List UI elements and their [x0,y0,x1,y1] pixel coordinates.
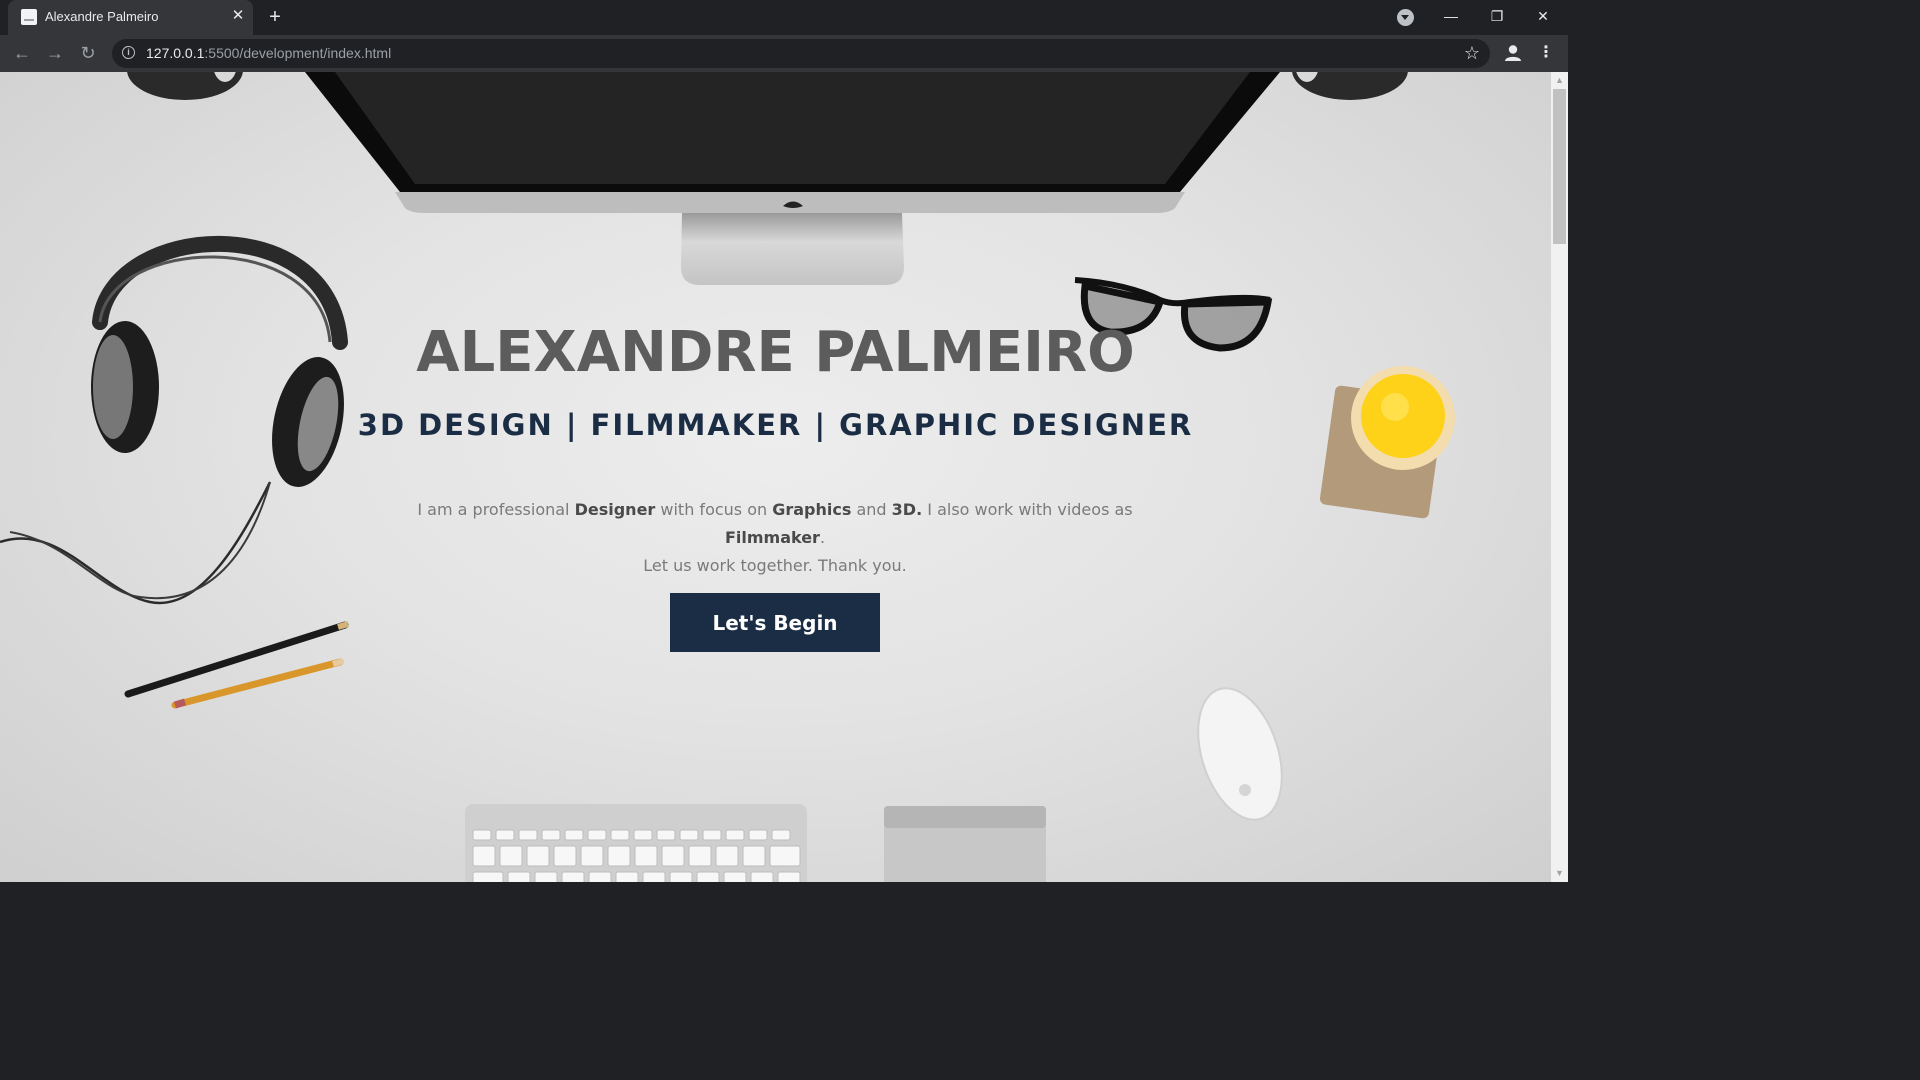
forward-icon[interactable]: → [43,41,67,65]
bookmark-star-icon[interactable]: ☆ [1464,43,1480,63]
url-host: 127.0.0.1 [146,45,205,61]
profile-icon[interactable] [1502,42,1524,64]
intro-paragraph: I am a professional Designer with focus … [375,496,1175,580]
intro-text: I am a professional [417,500,575,519]
site-info-icon[interactable]: i [122,46,135,59]
page-subtitle: 3D DESIGN | FILMMAKER | GRAPHIC DESIGNER [357,408,1194,442]
page-viewport: ALEXANDRE PALMEIRO 3D DESIGN | FILMMAKER… [0,72,1551,882]
tab-search-icon[interactable] [1397,9,1414,26]
lets-begin-button[interactable]: Let's Begin [670,593,880,652]
browser-tab[interactable]: Alexandre Palmeiro ✕ [8,0,253,35]
browser-toolbar: ← → ↻ i 127.0.0.1:5500/development/index… [0,35,1568,72]
intro-designer: Designer [574,500,656,519]
page-title: ALEXANDRE PALMEIRO [416,320,1135,385]
restore-button[interactable]: ❐ [1474,0,1520,32]
tab-close-icon[interactable]: ✕ [230,8,246,24]
hero-section: ALEXANDRE PALMEIRO 3D DESIGN | FILMMAKER… [0,72,1551,882]
intro-filmmaker: Filmmaker [724,528,820,547]
intro-text: with focus on [655,500,773,519]
intro-graphics: Graphics [772,500,852,519]
scroll-thumb[interactable] [1553,89,1566,244]
menu-icon[interactable]: ⋮ [1538,41,1554,65]
scroll-up-arrow-icon[interactable]: ▲ [1551,72,1568,89]
page-scrollbar[interactable]: ▲ ▼ [1551,72,1568,882]
back-icon[interactable]: ← [10,41,34,65]
new-tab-button[interactable]: + [264,6,286,28]
intro-text: . [819,528,826,547]
intro-line-2: Let us work together. Thank you. [643,556,907,575]
close-window-button[interactable]: ✕ [1520,0,1566,32]
reload-icon[interactable]: ↻ [76,41,100,65]
intro-3d: 3D. [891,500,923,519]
minimize-button[interactable]: — [1428,0,1474,32]
scroll-down-arrow-icon[interactable]: ▼ [1551,865,1568,882]
intro-text: and [851,500,892,519]
url-text[interactable]: 127.0.0.1:5500/development/index.html [146,45,391,61]
address-bar[interactable]: i 127.0.0.1:5500/development/index.html … [112,39,1490,68]
url-path: :5500/development/index.html [204,45,392,61]
favicon-icon [21,9,37,25]
title-bar: Alexandre Palmeiro ✕ + — ❐ ✕ [0,0,1568,35]
intro-text: I also work with videos as [922,500,1133,519]
tab-title: Alexandre Palmeiro [45,9,159,24]
